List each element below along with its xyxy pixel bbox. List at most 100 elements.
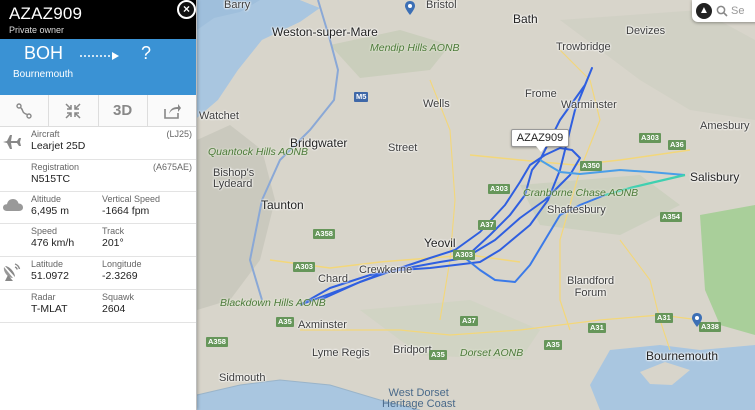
- close-button[interactable]: ×: [177, 0, 196, 19]
- place-label-salisbury: Salisbury: [690, 170, 740, 184]
- road-shield: A358: [313, 229, 335, 239]
- place-label-amesbury: Amesbury: [700, 120, 750, 132]
- track-value: 201°: [102, 237, 124, 249]
- route-button[interactable]: [0, 95, 50, 126]
- road-shield: A36: [668, 140, 686, 150]
- place-label-bishops-lydeard: Bishop's Lydeard: [213, 167, 255, 190]
- location-pin-icon[interactable]: [405, 1, 415, 15]
- latitude-label: Latitude: [31, 259, 64, 269]
- registration-row: Registration N515TC (A675AE): [0, 160, 196, 192]
- place-label-warminster: Warminster: [561, 99, 617, 111]
- speed-label: Speed: [31, 226, 58, 236]
- longitude-label: Longitude: [102, 259, 142, 269]
- place-label-sidmouth: Sidmouth: [219, 372, 266, 384]
- place-label-crewkerne: Crewkerne: [359, 264, 413, 276]
- cloud-icon: [3, 199, 23, 211]
- place-label-frome: Frome: [525, 88, 557, 100]
- place-label-street: Street: [388, 142, 418, 154]
- place-label-watchet: Watchet: [199, 110, 239, 122]
- registration-value: N515TC: [31, 173, 71, 185]
- road-shield: A350: [580, 161, 602, 171]
- road-shield: A35: [276, 317, 294, 327]
- squawk-label: Squawk: [102, 292, 135, 302]
- route-arrow-icon: [80, 52, 119, 60]
- vertical-speed-value: -1664 fpm: [102, 205, 150, 217]
- vertical-speed-label: Vertical Speed: [102, 194, 161, 204]
- position-row: Latitude 51.0972 Longitude -2.3269: [0, 257, 196, 290]
- road-shield: A354: [660, 212, 682, 222]
- road-shield: A338: [699, 322, 721, 332]
- place-label-blackdown: Blackdown Hills AONB: [220, 297, 326, 309]
- place-label-axminster: Axminster: [298, 319, 347, 331]
- share-icon: [164, 103, 181, 119]
- road-shield: A303: [293, 262, 315, 272]
- collapse-expand-icon: [65, 102, 81, 119]
- place-label-shaftesbury: Shaftesbury: [547, 204, 606, 216]
- speed-row: Speed 476 km/h Track 201°: [0, 224, 196, 257]
- place-label-bridport: Bridport: [393, 344, 432, 356]
- road-shield: A37: [460, 316, 478, 326]
- longitude-value: -2.3269: [102, 270, 138, 282]
- share-button[interactable]: [148, 95, 196, 126]
- altitude-label: Altitude: [31, 194, 62, 204]
- route-icon: [16, 102, 32, 119]
- place-label-quantock: Quantock Hills AONB: [208, 146, 308, 158]
- place-label-cranborne: Cranborne Chase AONB: [523, 187, 639, 199]
- aircraft-type-code: (LJ25): [166, 129, 192, 139]
- aircraft-value: Learjet 25D: [31, 140, 86, 152]
- place-label-blandford: Blandford Forum: [567, 275, 615, 299]
- altitude-row: Altitude 6,495 m Vertical Speed -1664 fp…: [0, 192, 196, 224]
- origin-city: Bournemouth: [13, 69, 74, 80]
- place-label-bournemouth: Bournemouth: [646, 349, 719, 363]
- panel-toolbar: 3D: [0, 95, 196, 127]
- road-shield: A303: [453, 250, 475, 260]
- expand-button[interactable]: [49, 95, 99, 126]
- airplane-icon: [3, 135, 21, 149]
- flight-details: Aircraft Learjet 25D (LJ25) Registration…: [0, 127, 196, 323]
- route-bar: BOH ? Bournemouth: [0, 39, 196, 95]
- road-shield: A358: [206, 337, 228, 347]
- flight-info-panel: AZAZ909 Private owner × BOH ? Bournemout…: [0, 0, 197, 410]
- track-label: Track: [102, 226, 125, 236]
- destination-code: ?: [141, 43, 152, 63]
- location-pin-icon[interactable]: [692, 313, 702, 327]
- radar-row: Radar T-MLAT Squawk 2604: [0, 290, 196, 323]
- place-label-weston: Weston-super-Mare: [272, 25, 378, 39]
- place-label-bristol: Bristol: [426, 0, 457, 11]
- aircraft-row: Aircraft Learjet 25D (LJ25): [0, 127, 196, 160]
- speed-value: 476 km/h: [31, 237, 75, 249]
- aircraft-callout[interactable]: AZAZ909: [511, 129, 569, 152]
- registration-code: (A675AE): [152, 162, 192, 172]
- radar-value: T-MLAT: [31, 303, 68, 315]
- panel-header: AZAZ909 Private owner ×: [0, 0, 196, 39]
- search-icon: [716, 5, 728, 17]
- place-label-dorset-aonb: Dorset AONB: [460, 347, 524, 359]
- place-label-taunton: Taunton: [261, 198, 304, 212]
- altitude-value: 6,495 m: [31, 205, 69, 217]
- road-shield: A303: [639, 133, 661, 143]
- road-shield: A31: [588, 323, 606, 333]
- flight-owner: Private owner: [9, 25, 65, 35]
- view-3d-button[interactable]: 3D: [99, 95, 148, 126]
- road-shield: A303: [488, 184, 510, 194]
- road-shield: A37: [478, 220, 496, 230]
- satellite-dish-icon: [3, 263, 21, 281]
- place-label-bath: Bath: [513, 12, 538, 26]
- place-label-devizes: Devizes: [626, 25, 666, 37]
- road-shield: M5: [354, 92, 369, 102]
- place-label-mendip: Mendip Hills AONB: [370, 42, 460, 54]
- place-label-wells: Wells: [423, 98, 450, 110]
- latitude-value: 51.0972: [31, 270, 69, 282]
- place-label-chard: Chard: [318, 273, 348, 285]
- origin-code: BOH: [24, 43, 64, 63]
- road-shield: A35: [429, 350, 447, 360]
- map-search-box[interactable]: ▲ Se: [692, 0, 755, 22]
- chevron-up-icon[interactable]: ▲: [696, 3, 712, 19]
- place-label-lyme-regis: Lyme Regis: [312, 347, 370, 359]
- radar-label: Radar: [31, 292, 56, 302]
- search-input[interactable]: Se: [731, 5, 744, 17]
- place-label-barry: Barry: [224, 0, 251, 11]
- flight-callsign: AZAZ909: [9, 4, 83, 23]
- place-label-west-dorset: West Dorset Heritage Coast: [382, 387, 456, 410]
- place-label-trowbridge: Trowbridge: [556, 41, 611, 53]
